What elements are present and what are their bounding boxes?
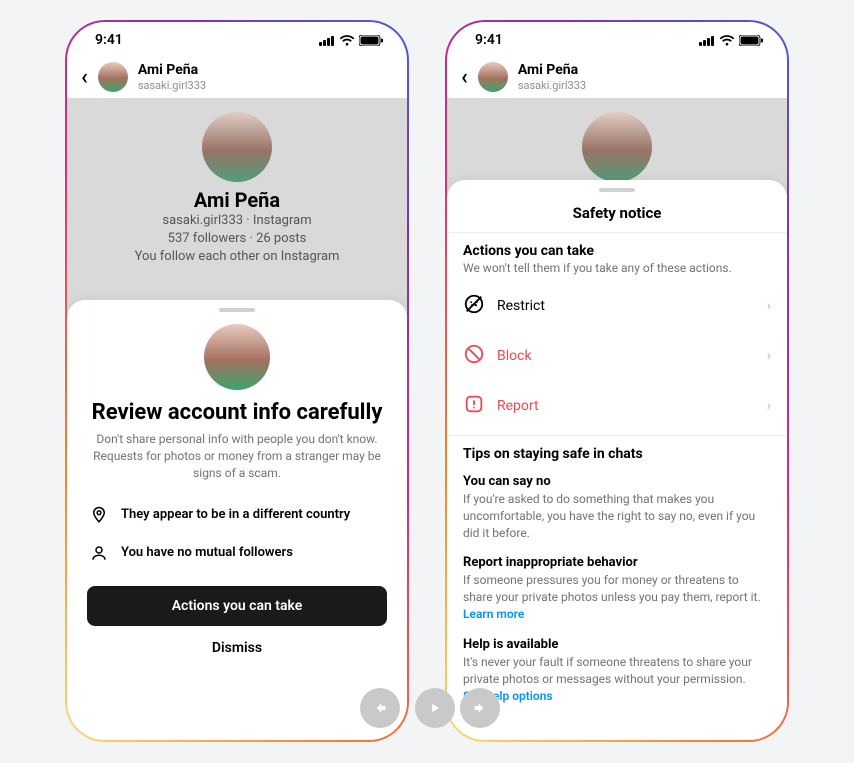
battery-icon	[359, 35, 383, 46]
header-name: Ami Peña	[138, 62, 206, 79]
actions-head: Actions you can take	[463, 243, 771, 259]
tip-say-no: You can say no If you're asked to do som…	[447, 468, 787, 549]
chat-header: ‹ Ami Peña sasaki.girl333	[67, 58, 407, 98]
phone-frame-left: 9:41 ‹ Ami Peña sasaki.girl333 Ami Peña …	[65, 20, 409, 742]
actions-sub: We won't tell them if you take any of th…	[463, 261, 771, 275]
report-icon	[463, 393, 485, 419]
learn-more-link[interactable]: Learn more	[463, 607, 524, 621]
status-bar: 9:41	[67, 22, 407, 58]
chevron-right-icon: ›	[767, 298, 771, 314]
tip1-body: If you're asked to do something that mak…	[463, 491, 771, 541]
sheet-grabber[interactable]	[599, 188, 635, 192]
tip-report: Report inappropriate behavior If someone…	[447, 549, 787, 630]
profile-name: Ami Peña	[67, 188, 407, 212]
report-label: Report	[497, 398, 755, 414]
profile-relation-line: You follow each other on Instagram	[67, 248, 407, 266]
phone-screen-left: 9:41 ‹ Ami Peña sasaki.girl333 Ami Peña …	[67, 22, 407, 740]
chevron-right-icon: ›	[767, 348, 771, 364]
profile-stats-line: 537 followers · 26 posts	[67, 230, 407, 248]
signal-no-mutuals: You have no mutual followers	[87, 534, 387, 572]
tip2-head: Report inappropriate behavior	[463, 555, 771, 570]
tips-head: Tips on staying safe in chats	[463, 446, 771, 462]
block-row[interactable]: Block ›	[447, 331, 787, 381]
cellular-icon	[699, 35, 715, 46]
profile-avatar	[202, 112, 272, 182]
tip1-head: You can say no	[463, 474, 771, 489]
status-time: 9:41	[475, 32, 503, 48]
restrict-row[interactable]: Restrict ›	[447, 281, 787, 331]
chat-header: ‹ Ami Peña sasaki.girl333	[447, 58, 787, 98]
tips-section-header: Tips on staying safe in chats	[447, 436, 787, 468]
carousel-next-button[interactable]	[460, 688, 500, 728]
signal-country-text: They appear to be in a different country	[121, 507, 350, 522]
carousel-play-button[interactable]	[415, 688, 455, 728]
restrict-label: Restrict	[497, 298, 755, 314]
safety-title: Safety notice	[447, 204, 787, 233]
phone-frame-right: 9:41 ‹ Ami Peña sasaki.girl333 Safety no…	[445, 20, 789, 742]
carousel-prev-button[interactable]	[360, 688, 400, 728]
wifi-icon	[719, 35, 735, 46]
block-icon	[463, 343, 485, 369]
location-pin-icon	[89, 506, 109, 524]
arrow-right-icon	[472, 700, 488, 716]
review-account-sheet: Review account info carefully Don't shar…	[67, 300, 407, 740]
restrict-icon	[463, 293, 485, 319]
status-icons	[319, 35, 383, 46]
person-icon	[89, 544, 109, 562]
signal-mutuals-text: You have no mutual followers	[121, 545, 293, 560]
phone-screen-right: 9:41 ‹ Ami Peña sasaki.girl333 Safety no…	[447, 22, 787, 740]
tip3-head: Help is available	[463, 637, 771, 652]
sheet-grabber[interactable]	[219, 308, 255, 312]
header-text[interactable]: Ami Peña sasaki.girl333	[518, 62, 586, 92]
wifi-icon	[339, 35, 355, 46]
dismiss-button[interactable]: Dismiss	[87, 626, 387, 660]
header-handle: sasaki.girl333	[518, 79, 586, 92]
cellular-icon	[319, 35, 335, 46]
header-avatar[interactable]	[98, 62, 128, 92]
tip2-body: If someone pressures you for money or th…	[463, 573, 761, 604]
back-icon[interactable]: ‹	[461, 65, 468, 90]
status-icons	[699, 35, 763, 46]
battery-icon	[739, 35, 763, 46]
profile-handle-line: sasaki.girl333 · Instagram	[67, 212, 407, 230]
actions-button[interactable]: Actions you can take	[87, 586, 387, 626]
sheet-avatar	[204, 324, 270, 390]
header-avatar[interactable]	[478, 62, 508, 92]
header-text[interactable]: Ami Peña sasaki.girl333	[138, 62, 206, 92]
signal-different-country: They appear to be in a different country	[87, 496, 387, 534]
status-time: 9:41	[95, 32, 123, 48]
chevron-right-icon: ›	[767, 398, 771, 414]
safety-notice-sheet: Safety notice Actions you can take We wo…	[447, 180, 787, 740]
review-title: Review account info carefully	[87, 400, 387, 425]
back-icon[interactable]: ‹	[81, 65, 88, 90]
report-row[interactable]: Report ›	[447, 381, 787, 431]
status-bar: 9:41	[447, 22, 787, 58]
tip3-body: It's never your fault if someone threate…	[463, 654, 771, 688]
see-help-link[interactable]: See help options	[463, 689, 771, 703]
block-label: Block	[497, 348, 755, 364]
profile-avatar	[582, 112, 652, 182]
arrow-left-icon	[372, 700, 388, 716]
header-name: Ami Peña	[518, 62, 586, 79]
header-handle: sasaki.girl333	[138, 79, 206, 92]
actions-section-header: Actions you can take We won't tell them …	[447, 233, 787, 281]
play-icon	[428, 701, 442, 715]
review-subtitle: Don't share personal info with people yo…	[87, 431, 387, 481]
